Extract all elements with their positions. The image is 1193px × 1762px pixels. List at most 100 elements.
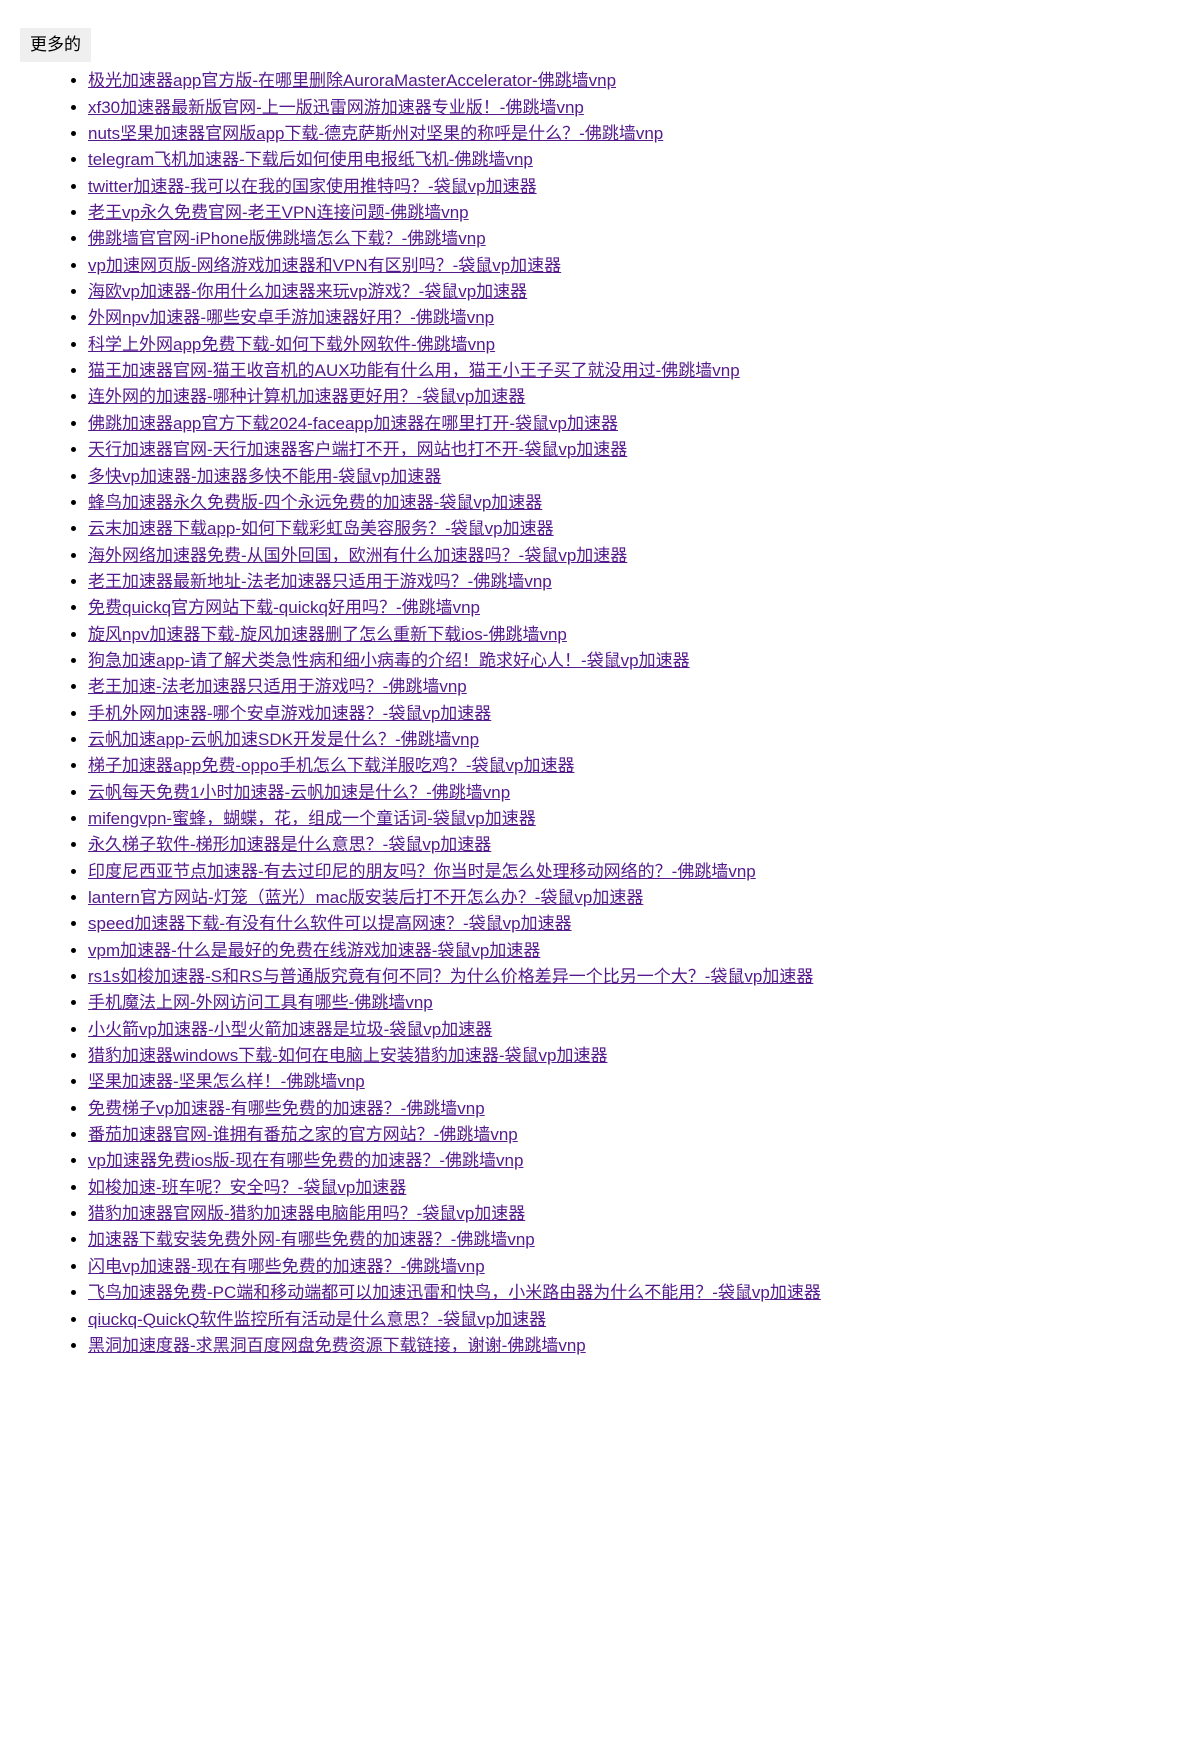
list-item: 狗急加速app-请了解犬类急性病和细小病毒的介绍！跪求好心人！-袋鼠vp加速器 [88,648,1173,674]
list-item: 闪电vp加速器-现在有哪些免费的加速器？-佛跳墙vnp [88,1254,1173,1280]
link-item[interactable]: 连外网的加速器-哪种计算机加速器更好用？-袋鼠vp加速器 [88,387,525,406]
list-item: 旋风npv加速器下载-旋风加速器删了怎么重新下载ios-佛跳墙vnp [88,622,1173,648]
list-item: 科学上外网app免费下载-如何下载外网软件-佛跳墙vnp [88,332,1173,358]
link-item[interactable]: 猎豹加速器官网版-猎豹加速器电脑能用吗？-袋鼠vp加速器 [88,1204,525,1223]
link-item[interactable]: twitter加速器-我可以在我的国家使用推特吗？-袋鼠vp加速器 [88,177,537,196]
link-item[interactable]: 科学上外网app免费下载-如何下载外网软件-佛跳墙vnp [88,335,495,354]
link-item[interactable]: 老王加速器最新地址-法老加速器只适用于游戏吗？-佛跳墙vnp [88,572,552,591]
list-item: 蜂鸟加速器永久免费版-四个永远免费的加速器-袋鼠vp加速器 [88,490,1173,516]
list-item: 连外网的加速器-哪种计算机加速器更好用？-袋鼠vp加速器 [88,384,1173,410]
list-item: xf30加速器最新版官网-上一版迅雷网游加速器专业版！-佛跳墙vnp [88,95,1173,121]
link-item[interactable]: 免费quickq官方网站下载-quickq好用吗？-佛跳墙vnp [88,598,480,617]
link-item[interactable]: 小火箭vp加速器-小型火箭加速器是垃圾-袋鼠vp加速器 [88,1020,492,1039]
link-item[interactable]: vpm加速器-什么是最好的免费在线游戏加速器-袋鼠vp加速器 [88,941,540,960]
list-item: vpm加速器-什么是最好的免费在线游戏加速器-袋鼠vp加速器 [88,938,1173,964]
link-item[interactable]: mifengvpn-蜜蜂，蝴蝶，花，组成一个童话词-袋鼠vp加速器 [88,809,536,828]
link-item[interactable]: 多快vp加速器-加速器多快不能用-袋鼠vp加速器 [88,467,441,486]
link-item[interactable]: lantern官方网站-灯笼（蓝光）mac版安装后打不开怎么办？-袋鼠vp加速器 [88,888,643,907]
link-item[interactable]: 蜂鸟加速器永久免费版-四个永远免费的加速器-袋鼠vp加速器 [88,493,542,512]
link-item[interactable]: 黑洞加速度器-求黑洞百度网盘免费资源下载链接，谢谢-佛跳墙vnp [88,1336,586,1355]
list-item: 天行加速器官网-天行加速器客户端打不开，网站也打不开-袋鼠vp加速器 [88,437,1173,463]
list-item: 黑洞加速度器-求黑洞百度网盘免费资源下载链接，谢谢-佛跳墙vnp [88,1333,1173,1359]
link-item[interactable]: 永久梯子软件-梯形加速器是什么意思？-袋鼠vp加速器 [88,835,491,854]
list-item: vp加速器免费ios版-现在有哪些免费的加速器？-佛跳墙vnp [88,1148,1173,1174]
page-container: 更多的 极光加速器app官方版-在哪里删除AuroraMasterAcceler… [0,0,1193,1399]
list-item: 云末加速器下载app-如何下载彩虹岛美容服务？-袋鼠vp加速器 [88,516,1173,542]
list-item: vp加速网页版-网络游戏加速器和VPN有区别吗？-袋鼠vp加速器 [88,253,1173,279]
list-item: 免费梯子vp加速器-有哪些免费的加速器？-佛跳墙vnp [88,1096,1173,1122]
link-item[interactable]: speed加速器下载-有没有什么软件可以提高网速？-袋鼠vp加速器 [88,914,572,933]
link-item[interactable]: qiuckq-QuickQ软件监控所有活动是什么意思？-袋鼠vp加速器 [88,1310,546,1329]
list-item: 坚果加速器-坚果怎么样！-佛跳墙vnp [88,1069,1173,1095]
more-button[interactable]: 更多的 [20,28,91,62]
link-item[interactable]: 猎豹加速器windows下载-如何在电脑上安装猎豹加速器-袋鼠vp加速器 [88,1046,607,1065]
list-item: 海外网络加速器免费-从国外回国，欧洲有什么加速器吗？-袋鼠vp加速器 [88,543,1173,569]
link-item[interactable]: vp加速器免费ios版-现在有哪些免费的加速器？-佛跳墙vnp [88,1151,523,1170]
link-item[interactable]: xf30加速器最新版官网-上一版迅雷网游加速器专业版！-佛跳墙vnp [88,98,584,117]
list-item: 免费quickq官方网站下载-quickq好用吗？-佛跳墙vnp [88,595,1173,621]
list-item: lantern官方网站-灯笼（蓝光）mac版安装后打不开怎么办？-袋鼠vp加速器 [88,885,1173,911]
link-item[interactable]: 猫王加速器官网-猫王收音机的AUX功能有什么用，猫王小王子买了就没用过-佛跳墙v… [88,361,740,380]
link-item[interactable]: 梯子加速器app免费-oppo手机怎么下载洋服吃鸡？-袋鼠vp加速器 [88,756,574,775]
list-item: 猫王加速器官网-猫王收音机的AUX功能有什么用，猫王小王子买了就没用过-佛跳墙v… [88,358,1173,384]
link-item[interactable]: 海欧vp加速器-你用什么加速器来玩vp游戏？-袋鼠vp加速器 [88,282,527,301]
list-item: 极光加速器app官方版-在哪里删除AuroraMasterAccelerator… [88,68,1173,94]
list-item: nuts坚果加速器官网版app下载-德克萨斯州对坚果的称呼是什么？-佛跳墙vnp [88,121,1173,147]
link-item[interactable]: 番茄加速器官网-谁拥有番茄之家的官方网站？-佛跳墙vnp [88,1125,518,1144]
list-item: 如梭加速-班车呢？安全吗？-袋鼠vp加速器 [88,1175,1173,1201]
link-item[interactable]: 云帆每天免费1小时加速器-云帆加速是什么？-佛跳墙vnp [88,783,510,802]
link-item[interactable]: 海外网络加速器免费-从国外回国，欧洲有什么加速器吗？-袋鼠vp加速器 [88,546,627,565]
link-item[interactable]: 坚果加速器-坚果怎么样！-佛跳墙vnp [88,1072,365,1091]
list-item: speed加速器下载-有没有什么软件可以提高网速？-袋鼠vp加速器 [88,911,1173,937]
list-item: telegram飞机加速器-下载后如何使用电报纸飞机-佛跳墙vnp [88,147,1173,173]
list-item: 猎豹加速器windows下载-如何在电脑上安装猎豹加速器-袋鼠vp加速器 [88,1043,1173,1069]
link-item[interactable]: rs1s如梭加速器-S和RS与普通版究竟有何不同？为什么价格差异一个比另一个大？… [88,967,813,986]
link-item[interactable]: 云末加速器下载app-如何下载彩虹岛美容服务？-袋鼠vp加速器 [88,519,554,538]
link-item[interactable]: 手机外网加速器-哪个安卓游戏加速器？-袋鼠vp加速器 [88,704,491,723]
link-item[interactable]: 老王加速-法老加速器只适用于游戏吗？-佛跳墙vnp [88,677,467,696]
list-item: 云帆加速app-云帆加速SDK开发是什么？-佛跳墙vnp [88,727,1173,753]
list-item: 老王加速器最新地址-法老加速器只适用于游戏吗？-佛跳墙vnp [88,569,1173,595]
link-item[interactable]: nuts坚果加速器官网版app下载-德克萨斯州对坚果的称呼是什么？-佛跳墙vnp [88,124,663,143]
link-item[interactable]: 佛跳墙官官网-iPhone版佛跳墙怎么下载？-佛跳墙vnp [88,229,486,248]
link-item[interactable]: 印度尼西亚节点加速器-有去过印尼的朋友吗？你当时是怎么处理移动网络的？-佛跳墙v… [88,862,756,881]
link-item[interactable]: 狗急加速app-请了解犬类急性病和细小病毒的介绍！跪求好心人！-袋鼠vp加速器 [88,651,690,670]
list-item: 多快vp加速器-加速器多快不能用-袋鼠vp加速器 [88,464,1173,490]
link-item[interactable]: 佛跳加速器app官方下载2024-faceapp加速器在哪里打开-袋鼠vp加速器 [88,414,618,433]
list-item: 云帆每天免费1小时加速器-云帆加速是什么？-佛跳墙vnp [88,780,1173,806]
link-item[interactable]: 云帆加速app-云帆加速SDK开发是什么？-佛跳墙vnp [88,730,479,749]
link-item[interactable]: 老王vp永久免费官网-老王VPN连接问题-佛跳墙vnp [88,203,469,222]
list-item: 老王加速-法老加速器只适用于游戏吗？-佛跳墙vnp [88,674,1173,700]
link-item[interactable]: telegram飞机加速器-下载后如何使用电报纸飞机-佛跳墙vnp [88,150,533,169]
link-item[interactable]: vp加速网页版-网络游戏加速器和VPN有区别吗？-袋鼠vp加速器 [88,256,561,275]
list-item: 外网npv加速器-哪些安卓手游加速器好用？-佛跳墙vnp [88,305,1173,331]
list-item: 小火箭vp加速器-小型火箭加速器是垃圾-袋鼠vp加速器 [88,1017,1173,1043]
list-item: qiuckq-QuickQ软件监控所有活动是什么意思？-袋鼠vp加速器 [88,1307,1173,1333]
list-item: twitter加速器-我可以在我的国家使用推特吗？-袋鼠vp加速器 [88,174,1173,200]
link-item[interactable]: 天行加速器官网-天行加速器客户端打不开，网站也打不开-袋鼠vp加速器 [88,440,627,459]
list-item: mifengvpn-蜜蜂，蝴蝶，花，组成一个童话词-袋鼠vp加速器 [88,806,1173,832]
list-item: 印度尼西亚节点加速器-有去过印尼的朋友吗？你当时是怎么处理移动网络的？-佛跳墙v… [88,859,1173,885]
list-item: 佛跳墙官官网-iPhone版佛跳墙怎么下载？-佛跳墙vnp [88,226,1173,252]
link-item[interactable]: 外网npv加速器-哪些安卓手游加速器好用？-佛跳墙vnp [88,308,494,327]
link-item[interactable]: 旋风npv加速器下载-旋风加速器删了怎么重新下载ios-佛跳墙vnp [88,625,567,644]
list-item: 梯子加速器app免费-oppo手机怎么下载洋服吃鸡？-袋鼠vp加速器 [88,753,1173,779]
link-item[interactable]: 加速器下载安装免费外网-有哪些免费的加速器？-佛跳墙vnp [88,1230,535,1249]
link-item[interactable]: 免费梯子vp加速器-有哪些免费的加速器？-佛跳墙vnp [88,1099,485,1118]
link-item[interactable]: 闪电vp加速器-现在有哪些免费的加速器？-佛跳墙vnp [88,1257,485,1276]
list-item: 番茄加速器官网-谁拥有番茄之家的官方网站？-佛跳墙vnp [88,1122,1173,1148]
list-item: 飞鸟加速器免费-PC端和移动端都可以加速迅雷和快鸟，小米路由器为什么不能用？-袋… [88,1280,1173,1306]
link-item[interactable]: 极光加速器app官方版-在哪里删除AuroraMasterAccelerator… [88,71,616,90]
list-item: 海欧vp加速器-你用什么加速器来玩vp游戏？-袋鼠vp加速器 [88,279,1173,305]
list-item: 佛跳加速器app官方下载2024-faceapp加速器在哪里打开-袋鼠vp加速器 [88,411,1173,437]
list-item: 猎豹加速器官网版-猎豹加速器电脑能用吗？-袋鼠vp加速器 [88,1201,1173,1227]
link-list: 极光加速器app官方版-在哪里删除AuroraMasterAccelerator… [68,68,1173,1359]
link-item[interactable]: 手机魔法上网-外网访问工具有哪些-佛跳墙vnp [88,993,433,1012]
list-item: 永久梯子软件-梯形加速器是什么意思？-袋鼠vp加速器 [88,832,1173,858]
link-item[interactable]: 如梭加速-班车呢？安全吗？-袋鼠vp加速器 [88,1178,406,1197]
list-item: 手机外网加速器-哪个安卓游戏加速器？-袋鼠vp加速器 [88,701,1173,727]
list-item: 加速器下载安装免费外网-有哪些免费的加速器？-佛跳墙vnp [88,1227,1173,1253]
list-item: 手机魔法上网-外网访问工具有哪些-佛跳墙vnp [88,990,1173,1016]
list-item: rs1s如梭加速器-S和RS与普通版究竟有何不同？为什么价格差异一个比另一个大？… [88,964,1173,990]
link-item[interactable]: 飞鸟加速器免费-PC端和移动端都可以加速迅雷和快鸟，小米路由器为什么不能用？-袋… [88,1283,821,1302]
